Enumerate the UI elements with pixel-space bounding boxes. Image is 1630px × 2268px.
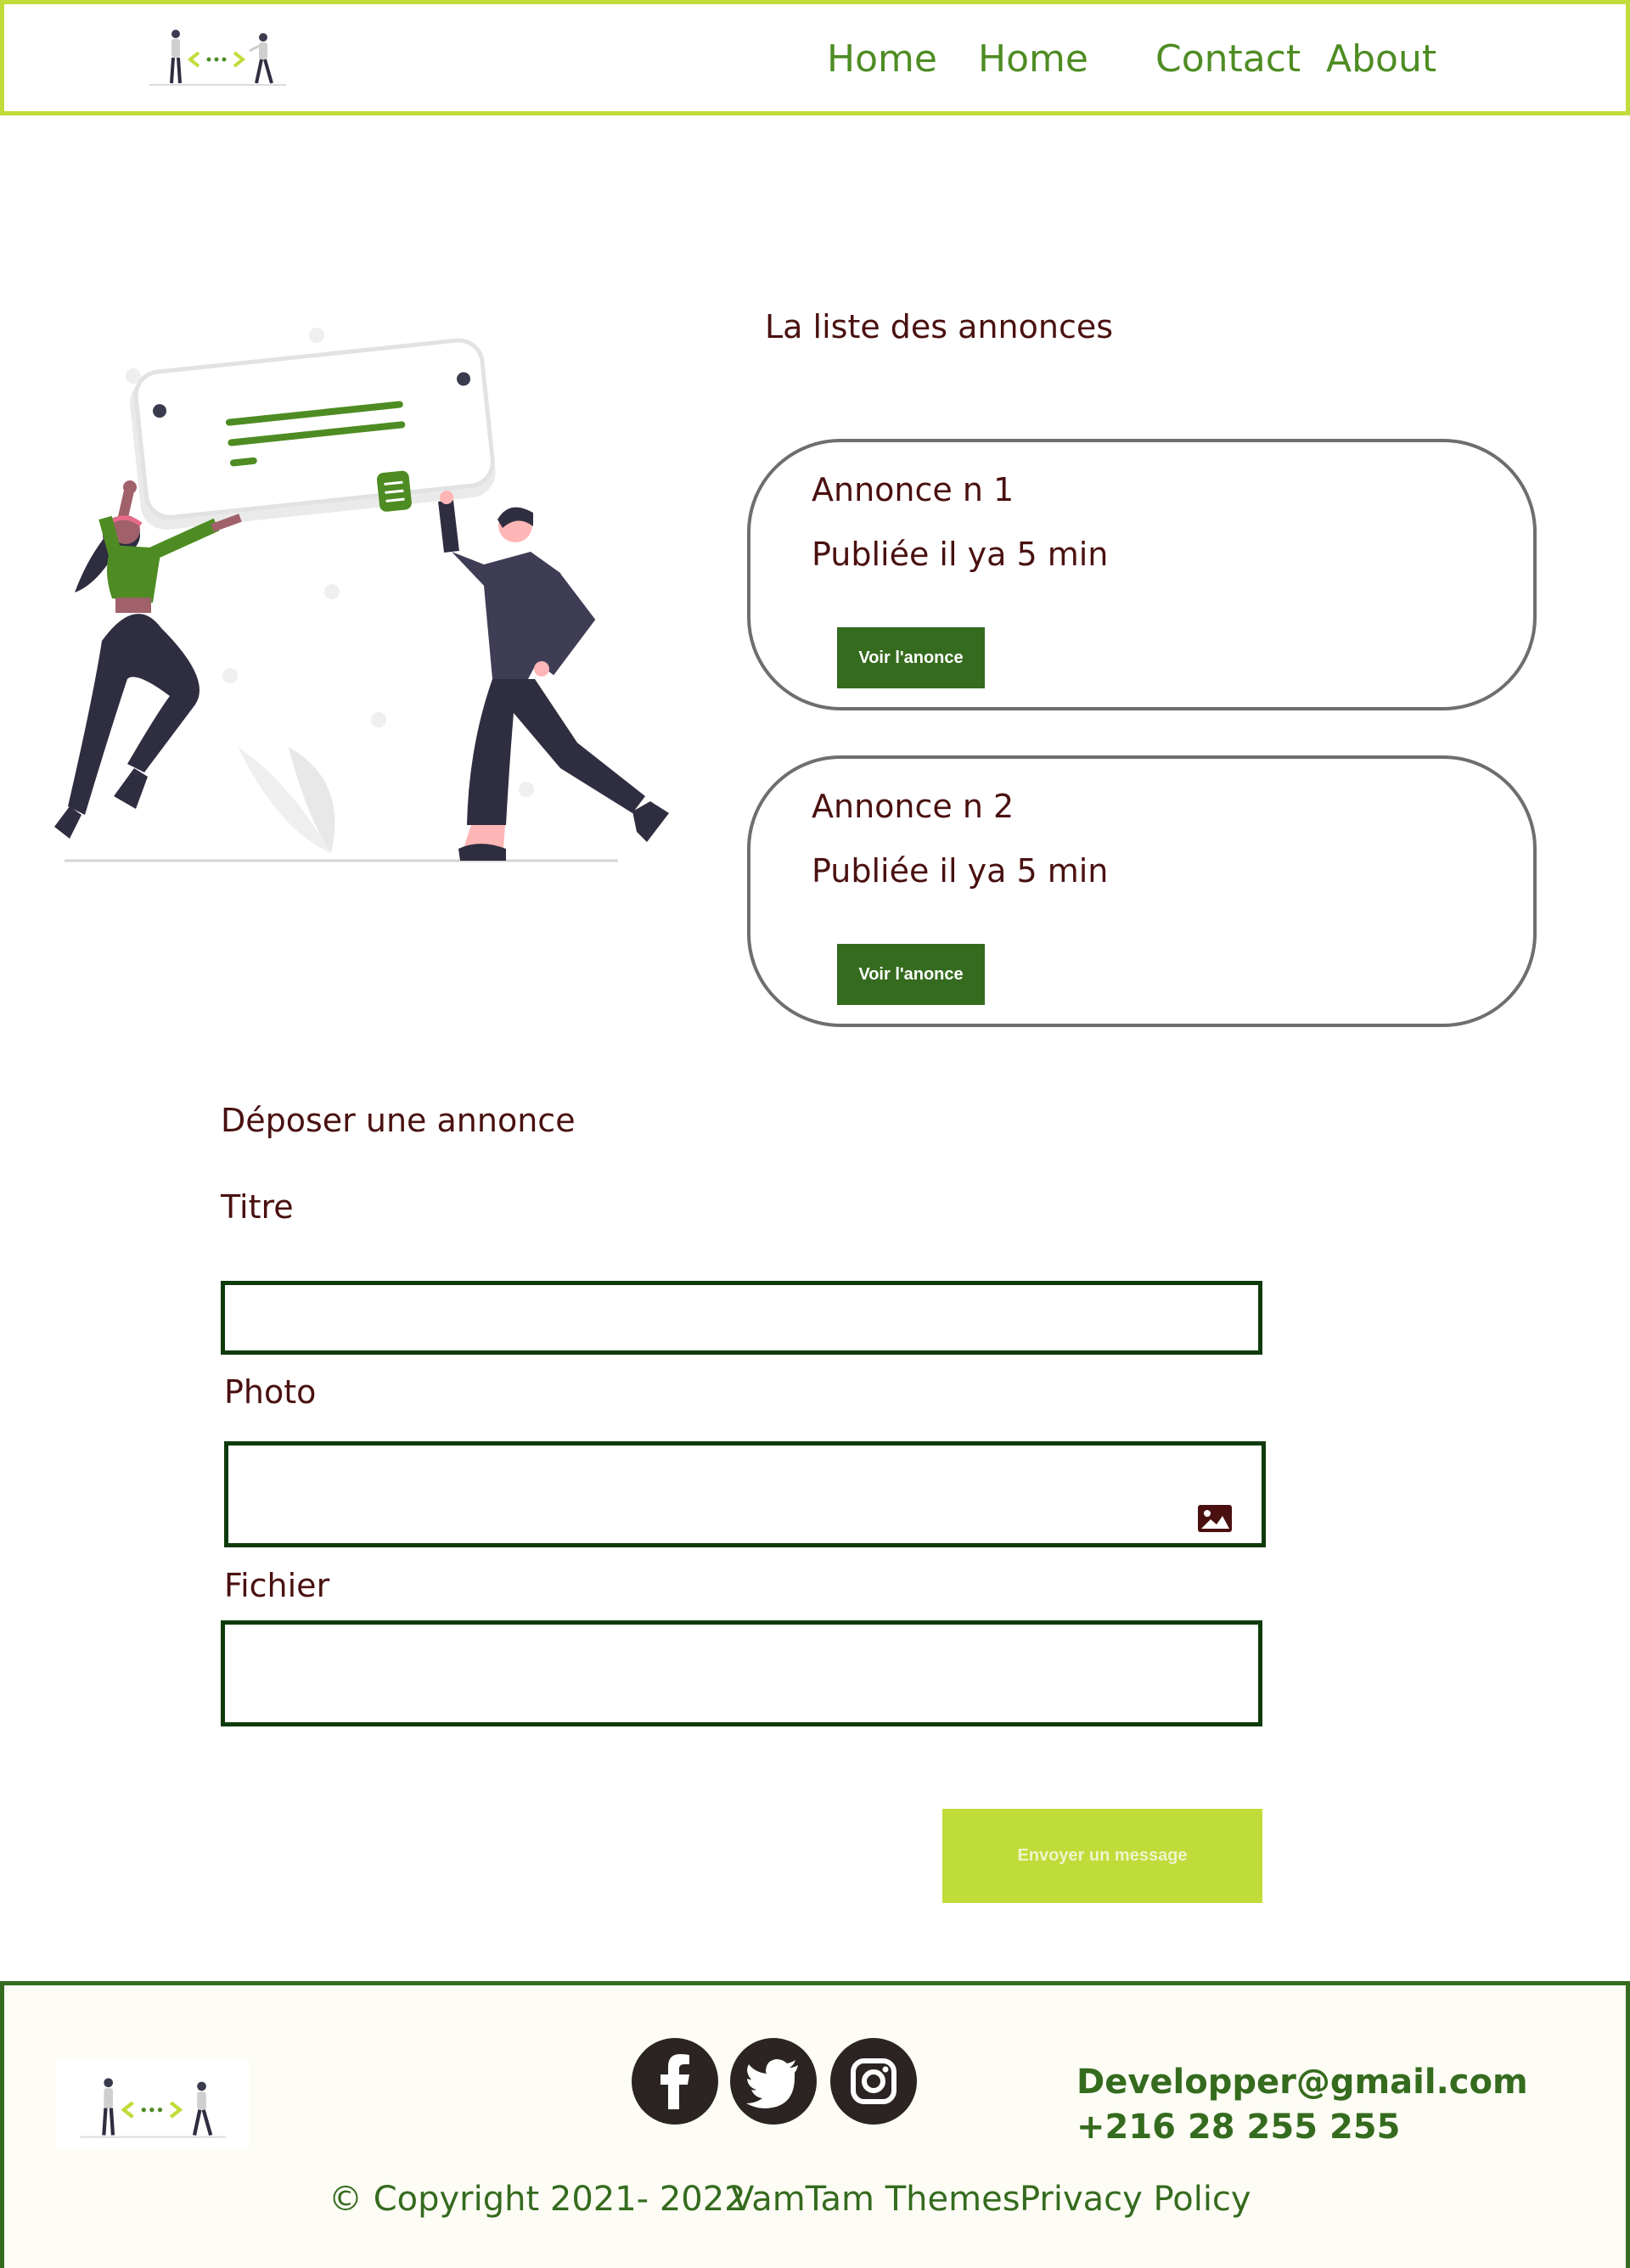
image-icon[interactable]: [1198, 1505, 1232, 1532]
contact-phone[interactable]: +216 28 255 255: [1076, 2108, 1400, 2147]
nav-home-2[interactable]: Home: [978, 37, 1088, 81]
announcement-card: Annonce n 2 Publiée il ya 5 min Voir l'a…: [747, 755, 1537, 1027]
announcement-meta: Publiée il ya 5 min: [812, 852, 1109, 890]
nav-about[interactable]: About: [1326, 37, 1436, 81]
titre-input[interactable]: [221, 1281, 1262, 1355]
announcement-card: Annonce n 1 Publiée il ya 5 min Voir l'a…: [747, 439, 1537, 710]
view-announcement-button[interactable]: Voir l'anonce: [837, 944, 985, 1005]
copyright-text: © Copyright 2021- 2022: [329, 2180, 746, 2219]
listing-title: La liste des annonces: [765, 308, 1114, 345]
people-celebrating-illustration: [54, 328, 669, 862]
privacy-policy-link[interactable]: Privacy Policy: [1020, 2180, 1251, 2219]
form-title: Déposer une annonce: [221, 1102, 576, 1139]
nav-home[interactable]: Home: [827, 37, 937, 81]
announcement-title: Annonce n 1: [812, 471, 1015, 508]
submit-button[interactable]: Envoyer un message: [942, 1809, 1262, 1903]
announcement-meta: Publiée il ya 5 min: [812, 536, 1109, 573]
footer-logo[interactable]: [56, 2061, 250, 2149]
people-exchange-logo: [80, 2078, 227, 2138]
contact-email[interactable]: Developper@gmail.com: [1076, 2063, 1528, 2102]
twitter-icon[interactable]: [730, 2038, 817, 2125]
view-announcement-button[interactable]: Voir l'anonce: [837, 627, 985, 688]
fichier-label: Fichier: [224, 1567, 330, 1604]
photo-input[interactable]: [224, 1441, 1266, 1547]
nav-contact[interactable]: Contact: [1155, 37, 1301, 81]
facebook-icon[interactable]: [632, 2038, 718, 2125]
titre-label: Titre: [221, 1188, 294, 1226]
announcement-title: Annonce n 2: [812, 788, 1015, 825]
instagram-icon[interactable]: [830, 2038, 917, 2125]
photo-label: Photo: [224, 1373, 317, 1411]
people-exchange-logo[interactable]: [146, 25, 290, 89]
themes-link[interactable]: VamTam Themes: [731, 2180, 1020, 2219]
fichier-input[interactable]: [221, 1620, 1262, 1726]
